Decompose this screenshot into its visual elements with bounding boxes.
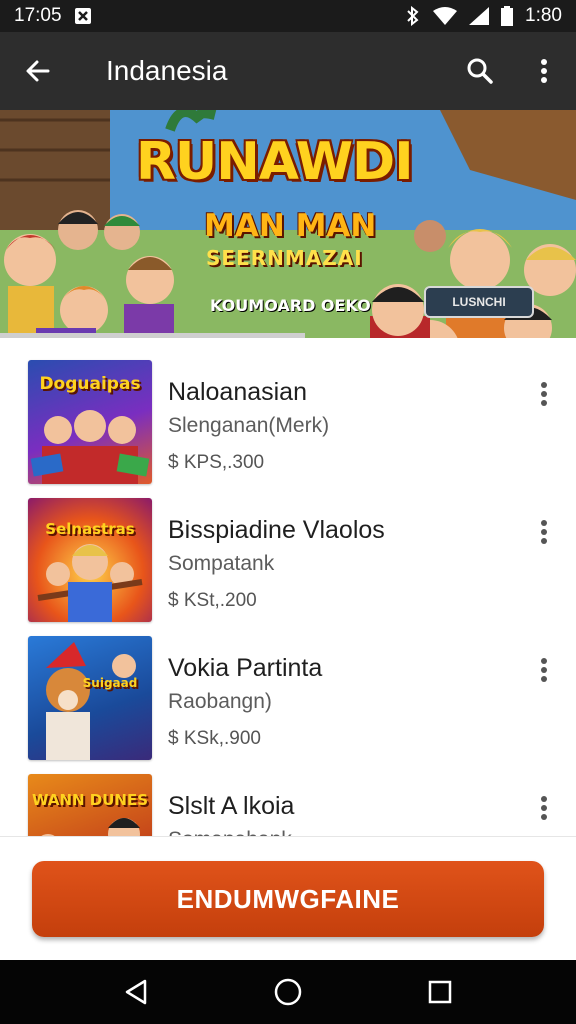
signal-icon — [469, 7, 490, 25]
item-overflow-button[interactable] — [528, 516, 560, 548]
app-name: Bisspiadine Vlaolos — [168, 516, 385, 544]
status-time: 17:05 — [14, 5, 62, 26]
primary-action-button[interactable]: ENDUMWGFAINE — [32, 861, 544, 937]
app-list: Doguaipas Naloanasian Slenganan(Merk) $ … — [0, 338, 576, 836]
list-item[interactable]: Selnastras Bisspiadine Vlaolos Sompatank… — [0, 476, 576, 622]
banner-tagline: KOUMOARD OEKO — [210, 296, 371, 315]
overflow-menu-button[interactable] — [512, 32, 576, 110]
notification-icon — [74, 7, 92, 25]
app-developer: Somanahank — [168, 828, 292, 836]
bottom-action-panel: ENDUMWGFAINE — [0, 836, 576, 960]
status-bar: 17:05 1:80 — [0, 0, 576, 32]
nav-home-icon — [274, 978, 302, 1006]
app-thumbnail: Doguaipas — [28, 360, 152, 484]
item-overflow-button[interactable] — [528, 654, 560, 686]
page-title: Indanesia — [106, 55, 228, 86]
app-thumbnail: WANN DUNES — [28, 774, 152, 836]
overflow-menu-icon — [541, 520, 547, 544]
back-button[interactable] — [0, 32, 76, 110]
app-name: Slslt A lkoia — [168, 792, 295, 820]
nav-home-button[interactable] — [258, 962, 318, 1022]
thumbnail-title: Suigaad — [82, 676, 138, 690]
app-developer: Sompatank — [168, 552, 275, 575]
system-navigation-bar — [0, 960, 576, 1024]
wifi-icon — [433, 7, 458, 25]
thumbnail-title: Selnastras — [45, 520, 135, 538]
battery-icon — [501, 6, 514, 26]
app-name: Vokia Partinta — [168, 654, 323, 682]
thumbnail-title: WANN DUNES — [31, 791, 149, 809]
overflow-menu-icon — [541, 382, 547, 406]
overflow-menu-icon — [541, 658, 547, 682]
search-icon — [467, 58, 493, 84]
banner-subtitle: MAN MAN — [204, 208, 377, 244]
featured-banner[interactable]: RUNAWDI MAN MAN SEERNMAZAI KOUMOARD OEKO… — [0, 110, 576, 338]
app-price: $ KSt,.200 — [168, 590, 257, 611]
list-item[interactable]: Doguaipas Naloanasian Slenganan(Merk) $ … — [0, 338, 576, 484]
list-item[interactable]: WANN DUNES Slslt A lkoia Somanahank — [0, 752, 576, 836]
nav-recents-icon — [428, 980, 452, 1004]
banner-subtitle-secondary: SEERNMAZAI — [206, 246, 363, 270]
nav-back-icon — [125, 979, 147, 1005]
banner-title: RUNAWDI — [136, 132, 414, 192]
item-overflow-button[interactable] — [528, 378, 560, 410]
app-price: $ KSk,.900 — [168, 728, 261, 749]
app-thumbnail: Suigaad — [28, 636, 152, 760]
banner-launch-button[interactable]: LUSNCHI — [424, 286, 534, 318]
nav-recents-button[interactable] — [410, 962, 470, 1022]
bluetooth-icon — [405, 6, 421, 26]
thumbnail-title: Doguaipas — [39, 374, 141, 394]
search-button[interactable] — [448, 32, 512, 110]
app-thumbnail: Selnastras — [28, 498, 152, 622]
app-name: Naloanasian — [168, 378, 307, 406]
app-bar: Indanesia — [0, 32, 576, 110]
overflow-menu-icon — [541, 59, 547, 83]
item-overflow-button[interactable] — [528, 792, 560, 824]
status-battery-time: 1:80 — [525, 5, 562, 26]
list-item[interactable]: Suigaad Vokia Partinta Raobangn) $ KSk,.… — [0, 614, 576, 760]
app-developer: Raobangn) — [168, 690, 272, 713]
status-right: 1:80 — [405, 5, 562, 27]
app-developer: Slenganan(Merk) — [168, 414, 330, 437]
overflow-menu-icon — [541, 796, 547, 820]
nav-back-button[interactable] — [106, 962, 166, 1022]
app-price: $ KPS,.300 — [168, 452, 265, 473]
back-arrow-icon — [26, 60, 50, 82]
status-left: 17:05 — [14, 5, 92, 27]
